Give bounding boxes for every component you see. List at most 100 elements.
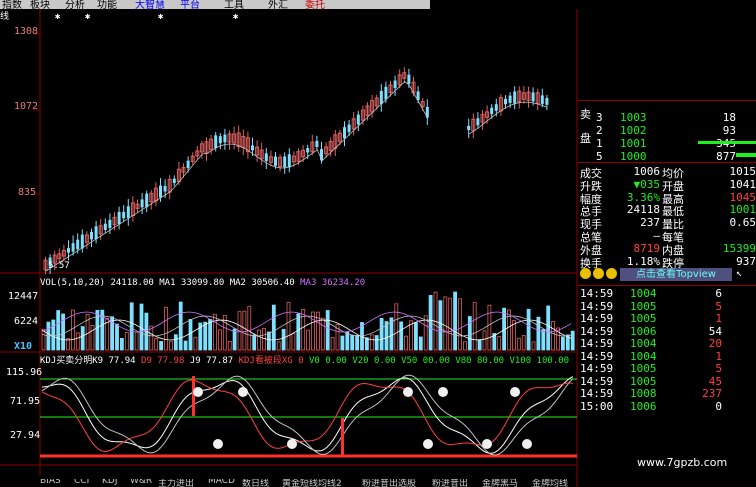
circle-button-icon[interactable] [593,268,604,279]
stat-row: 现手 237 量比 0.65 [578,216,756,231]
volume-bar [497,336,502,351]
volume-bar [306,329,311,351]
stat-value: ▼035 [633,177,661,191]
kdj-header-item: KDJ看被段XG 0 [238,356,309,366]
tick-time: 14:59 [580,349,614,363]
volume-bar [404,335,409,351]
volume-bar [570,330,575,351]
tick-price: 1005 [630,374,657,388]
candle-body [117,211,121,225]
tick-row: 14:59 1006 54 [578,324,756,338]
volume-bar [276,341,281,351]
candle-body [490,107,494,115]
tick-row: 14:59 1004 1 [578,349,756,363]
vol-ma2: MA2 30506.40 [229,278,295,288]
indicator-tab[interactable]: KDJ [102,479,118,486]
tick-volume: 0 [715,399,722,413]
arrow-icon[interactable]: ↖ [736,268,742,279]
stat-row: 幅度 3.36% 最高 1045 [578,190,756,206]
volume-bar [541,329,546,351]
indicator-tab[interactable]: 数日线 [242,479,269,487]
price-axis-label: 1072 [14,101,39,112]
candlestick-series [43,67,549,275]
volume-bar [345,331,350,351]
stat-value: 1001 [729,203,756,217]
smiley-icon [510,387,520,397]
indicator-tab[interactable]: 黄金短线均线2 [282,479,342,487]
candle-body [315,140,319,148]
volume-bar [296,313,301,351]
volume-bar [320,317,325,351]
volume-bar [164,306,168,351]
kdj-header-item: D9 77.98 [141,356,190,366]
volume-bar [462,341,467,351]
tick-row: 14:59 1005 5 [578,362,756,375]
volume-bar [208,319,213,351]
candle-body [476,118,480,126]
candle-body [347,124,351,133]
vol-value: 24118.00 [110,278,154,288]
candle-body [122,211,126,219]
candle-body [80,234,84,249]
indicator-tab[interactable]: 主力进出 [158,479,194,487]
smiley-icon [213,439,223,449]
topview-button[interactable]: 点击查看Topview [620,268,732,281]
ob-price: 1001 [620,137,647,150]
candle-body [384,86,388,100]
tick-volume: 54 [708,324,722,338]
circle-button-icon[interactable] [580,268,591,279]
stat-value: 8719 [633,241,661,255]
volume-bar [482,330,487,351]
indicator-tab[interactable]: CCI [74,479,89,486]
candle-body [306,148,310,153]
volume-bar [115,323,119,351]
candle-body [343,127,346,139]
vol-unit-label: X10 [14,341,33,352]
volume-bar [217,329,222,351]
tick-volume: 5 [715,362,722,375]
stat-value: 1045 [729,190,756,204]
tick-volume: 20 [708,337,722,350]
indicator-tab[interactable]: 金牌均线 [532,479,568,487]
volume-bar [546,305,551,351]
indicator-tab[interactable]: 粉进昔出选股 [362,479,416,487]
tick-volume: 237 [702,387,722,400]
indicator-tab[interactable]: W&R [130,479,152,486]
volume-bar [399,321,404,351]
kdj-signal-bar [192,376,195,416]
volume-bar [281,329,286,351]
volume-bar [311,311,315,351]
stat-row: 升跌 ▼035 开盘 1041 [578,177,756,193]
stat-value: 237 [640,216,660,230]
volume-bar [188,318,193,351]
circle-button-icon[interactable] [606,268,617,279]
indicator-tab[interactable]: 粉进昔出 [432,479,468,487]
tick-list: 14:59 1004 6 14:59 1005 5 14:59 1005 1 14:59 1006 5… [578,285,756,416]
stat-value: 24118 [626,203,660,217]
volume-bar [227,341,232,351]
indicator-tab[interactable]: 金牌黑马 [482,479,518,487]
chart-area[interactable] [0,0,578,487]
tick-row: 15:00 1006 0 [578,399,756,413]
volume-bar [438,300,443,351]
indicator-tab[interactable]: BIAS [40,479,61,486]
candle-body [108,219,112,228]
volume-bar [526,308,531,351]
candle-body [214,135,218,149]
stat-value: 1006 [633,165,661,178]
volume-bar [56,310,61,351]
candle-body [545,97,549,105]
order-book-side-label: 卖 盘 [580,108,591,145]
tick-price: 1005 [630,312,657,325]
vol-title: VOL(5,10,20) [40,278,106,288]
volume-bar [129,302,134,351]
candle-body [494,104,498,111]
candle-body [540,95,544,104]
stat-row: 成交 1006 均价 1015 [578,165,756,180]
candle-body [407,74,411,84]
kdj-header-item: V100 100.00 [509,356,570,366]
indicator-tab[interactable]: MACD [208,479,235,486]
volume-bar [487,304,492,351]
ob-level: 3 [596,111,603,124]
ob-price: 1003 [620,111,647,124]
